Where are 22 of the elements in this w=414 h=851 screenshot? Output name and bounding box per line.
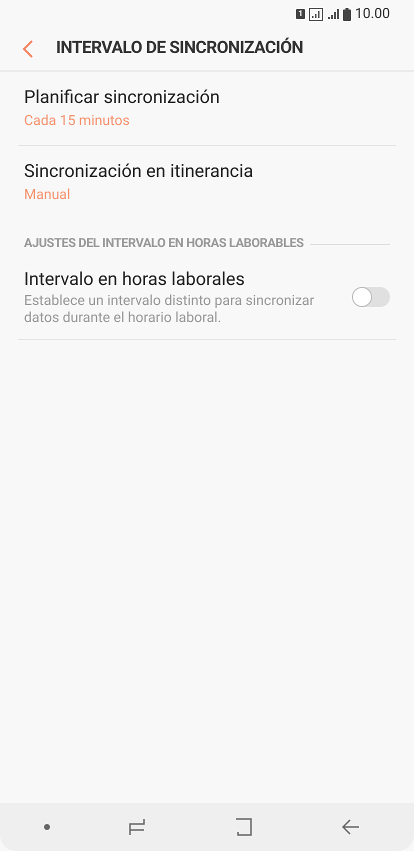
recents-icon: [128, 818, 146, 836]
back-arrow-icon: [342, 818, 360, 836]
signal-icon: [326, 8, 339, 20]
home-icon: [235, 818, 252, 836]
item-title: Intervalo en horas laborales: [24, 268, 246, 292]
clock: 10.00: [354, 4, 390, 24]
chevron-left-icon: [22, 40, 34, 58]
item-value: Cada 15 minutos: [24, 112, 131, 131]
item-title: Planificar sincronización: [24, 86, 221, 110]
dot-icon: [44, 824, 50, 830]
signal-icon: [308, 8, 323, 20]
item-description: Establece un intervalo distinto para sincronizar datos durante el horario laboral.: [24, 293, 316, 327]
item-title: Sincronización en itinerancia: [24, 160, 254, 184]
settings-item[interactable]: Intervalo en horas laborales Establece un intervalo distinto para sincronizar datos durante el horario laboral.: [18, 259, 396, 340]
settings-item[interactable]: Sincronización en itinerancia Manual: [18, 146, 396, 219]
item-value: Manual: [24, 186, 72, 205]
settings-item[interactable]: Planificar sincronización Cada 15 minutos: [18, 72, 396, 146]
toggle-switch[interactable]: [352, 287, 390, 307]
section-header: AJUSTES DEL INTERVALO EN HORAS LABORABLES: [24, 234, 304, 253]
page-title: INTERVALO DE SINCRONIZACIÓN: [56, 36, 304, 60]
sim-badge: 1: [296, 9, 305, 19]
battery-icon: [342, 8, 351, 20]
